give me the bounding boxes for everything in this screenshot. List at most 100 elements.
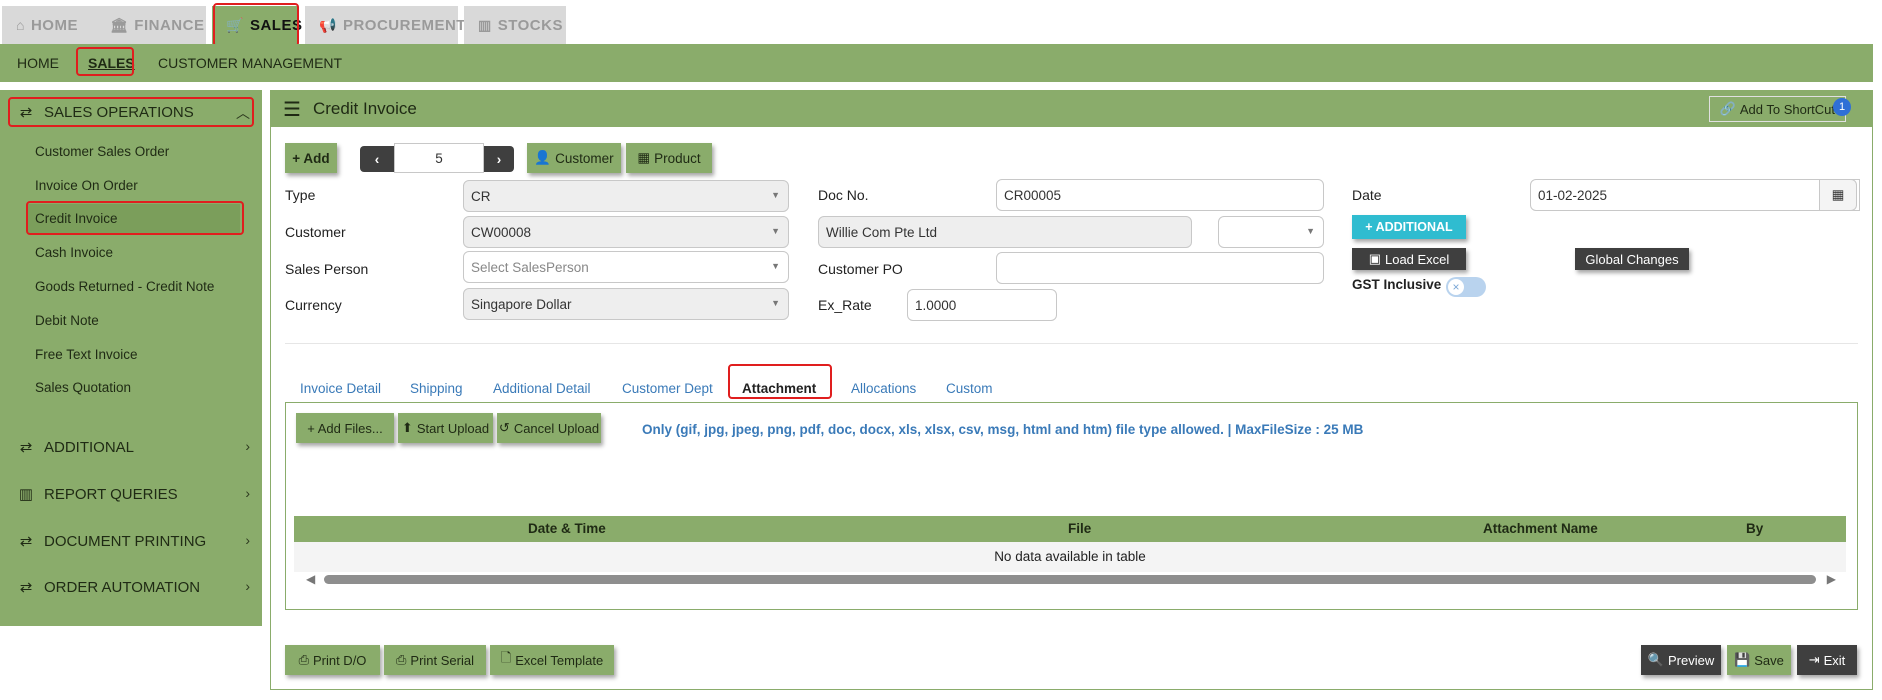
- sidebar-section-sales-operations[interactable]: ⇄ SALES OPERATIONS ︿: [8, 95, 254, 129]
- home-icon: ⌂: [16, 17, 25, 33]
- caret-down-icon: ▼: [1306, 226, 1315, 236]
- page-title: Credit Invoice: [312, 99, 417, 118]
- add-to-shortcut-button[interactable]: 🔗 Add To ShortCut 1: [1708, 96, 1851, 122]
- tab-custom[interactable]: Custom: [946, 373, 993, 405]
- sign-out-icon: ⇥: [1808, 652, 1820, 667]
- top-tab-procurement[interactable]: 📢 PROCUREMENT: [305, 6, 465, 44]
- previous-record-button[interactable]: ‹: [360, 146, 394, 172]
- column-by[interactable]: By: [1746, 521, 1763, 536]
- sidebar-link-cash-invoice[interactable]: Cash Invoice: [35, 238, 113, 268]
- top-tab-finance[interactable]: 🏛 FINANCE: [96, 6, 206, 44]
- subnav-customer-management[interactable]: CUSTOMER MANAGEMENT: [158, 44, 342, 82]
- top-tab-sales[interactable]: 🛒 SALES: [212, 6, 302, 44]
- tab-invoice-detail[interactable]: Invoice Detail: [300, 373, 381, 405]
- print-do-button[interactable]: ⎙ Print D/O: [285, 645, 380, 675]
- subnav-home[interactable]: HOME: [17, 44, 59, 82]
- top-tab-label: STOCKS: [497, 16, 563, 34]
- product-button[interactable]: ▦ Product: [626, 143, 712, 173]
- load-excel-button[interactable]: ▣ Load Excel: [1352, 248, 1466, 270]
- scroll-left-icon[interactable]: ◀: [306, 572, 315, 586]
- ex-rate-label: Ex_Rate: [818, 297, 872, 313]
- customer-po-input[interactable]: [996, 252, 1324, 284]
- top-tab-stocks[interactable]: ▥ STOCKS: [464, 6, 566, 44]
- sidebar-link-invoice-on-order[interactable]: Invoice On Order: [35, 171, 138, 201]
- table-horizontal-scrollbar[interactable]: ◀ ▶: [302, 572, 1838, 586]
- excel-template-label: Excel Template: [515, 652, 604, 668]
- sidebar-link-sales-quotation[interactable]: Sales Quotation: [35, 373, 131, 403]
- currency-select[interactable]: Singapore Dollar ▼: [463, 288, 789, 320]
- ex-rate-input[interactable]: 1.0000: [907, 289, 1057, 321]
- bank-icon: 🏛: [110, 16, 129, 33]
- chevron-right-icon: ›: [245, 578, 250, 594]
- undo-icon: ↺: [498, 420, 510, 435]
- sidebar-section-additional[interactable]: ⇄ ADDITIONAL ›: [8, 430, 254, 464]
- date-input[interactable]: 01-02-2025: [1530, 179, 1860, 211]
- scrollbar-thumb[interactable]: [324, 575, 1816, 584]
- save-label: Save: [1754, 652, 1784, 668]
- type-label: Type: [285, 187, 316, 203]
- sidebar-link-customer-sales-order[interactable]: Customer Sales Order: [35, 137, 169, 167]
- file-icon: 🗋: [500, 650, 512, 665]
- calendar-icon: ▦: [1831, 187, 1845, 202]
- sales-person-label: Sales Person: [285, 261, 369, 277]
- file-excel-icon: ▣: [1368, 251, 1381, 266]
- customer-po-label: Customer PO: [818, 261, 903, 277]
- add-button[interactable]: + Add: [285, 143, 337, 173]
- customer-button[interactable]: 👤 Customer: [527, 143, 621, 173]
- column-file[interactable]: File: [1068, 521, 1091, 536]
- subnav-sales[interactable]: SALES: [88, 44, 135, 82]
- next-record-button[interactable]: ›: [484, 146, 514, 172]
- tab-attachment[interactable]: Attachment: [742, 373, 816, 405]
- sidebar-link-free-text-invoice[interactable]: Free Text Invoice: [35, 340, 138, 370]
- customer-extra-select[interactable]: ▼: [1218, 216, 1324, 248]
- preview-button[interactable]: 🔍 Preview: [1641, 645, 1721, 675]
- sidebar-section-order-automation[interactable]: ⇄ ORDER AUTOMATION ›: [8, 570, 254, 604]
- shortcut-count-badge: 1: [1833, 98, 1851, 116]
- tab-additional-detail[interactable]: Additional Detail: [493, 373, 591, 405]
- sidebar-link-goods-returned[interactable]: Goods Returned - Credit Note: [35, 272, 214, 302]
- chevron-left-icon: ‹: [374, 151, 380, 167]
- cancel-upload-button[interactable]: ↺ Cancel Upload: [497, 413, 601, 443]
- cart-icon: 🛒: [226, 16, 244, 33]
- customer-select[interactable]: CW00008 ▼: [463, 216, 789, 248]
- global-changes-button[interactable]: Global Changes: [1575, 248, 1689, 270]
- tab-allocations[interactable]: Allocations: [851, 373, 916, 405]
- sidebar-link-credit-invoice[interactable]: Credit Invoice: [28, 204, 240, 234]
- scroll-right-icon[interactable]: ▶: [1827, 572, 1836, 586]
- tab-customer-dept[interactable]: Customer Dept: [622, 373, 713, 405]
- calendar-button[interactable]: ▦: [1819, 179, 1857, 211]
- column-date-time[interactable]: Date & Time: [528, 521, 606, 536]
- start-upload-label: Start Upload: [416, 420, 490, 436]
- print-serial-button[interactable]: ⎙ Print Serial: [384, 645, 486, 675]
- search-icon: 🔍: [1647, 652, 1664, 667]
- excel-template-button[interactable]: 🗋 Excel Template: [490, 645, 614, 675]
- top-tab-home[interactable]: ⌂ HOME: [2, 6, 102, 44]
- chevron-right-icon: ›: [245, 438, 250, 454]
- sidebar-section-document-printing[interactable]: ⇄ DOCUMENT PRINTING ›: [8, 524, 254, 558]
- tab-shipping[interactable]: Shipping: [410, 373, 463, 405]
- load-excel-label: Load Excel: [1384, 251, 1450, 267]
- print-icon: ⎙: [396, 652, 407, 667]
- start-upload-button[interactable]: ⬆ Start Upload: [398, 413, 493, 443]
- gst-inclusive-toggle[interactable]: ×: [1446, 277, 1486, 297]
- save-button[interactable]: 💾 Save: [1727, 645, 1791, 675]
- record-number-input[interactable]: 5: [394, 143, 484, 173]
- column-attachment-name[interactable]: Attachment Name: [1483, 521, 1598, 536]
- add-files-button[interactable]: + Add Files...: [296, 413, 394, 443]
- sidebar-section-report-queries[interactable]: ▥ REPORT QUERIES ›: [8, 477, 254, 511]
- menu-icon[interactable]: ☰: [283, 97, 301, 122]
- exit-button[interactable]: ⇥ Exit: [1797, 645, 1857, 675]
- bar-chart-icon: ▥: [18, 486, 34, 503]
- additional-button[interactable]: + ADDITIONAL: [1352, 215, 1466, 239]
- doc-no-input[interactable]: CR00005: [996, 179, 1324, 211]
- sidebar-link-debit-note[interactable]: Debit Note: [35, 306, 99, 336]
- chevron-up-icon: ︿: [236, 105, 250, 121]
- type-select[interactable]: CR ▼: [463, 180, 789, 212]
- table-empty-row: No data available in table: [294, 542, 1846, 572]
- sidebar-section-label: DOCUMENT PRINTING: [44, 532, 207, 550]
- date-label: Date: [1352, 187, 1382, 203]
- sales-person-select[interactable]: Select SalesPerson ▼: [463, 251, 789, 283]
- bar-chart-icon: ▥: [478, 16, 492, 33]
- print-serial-label: Print Serial: [410, 652, 474, 668]
- gst-inclusive-label: GST Inclusive: [1352, 277, 1442, 292]
